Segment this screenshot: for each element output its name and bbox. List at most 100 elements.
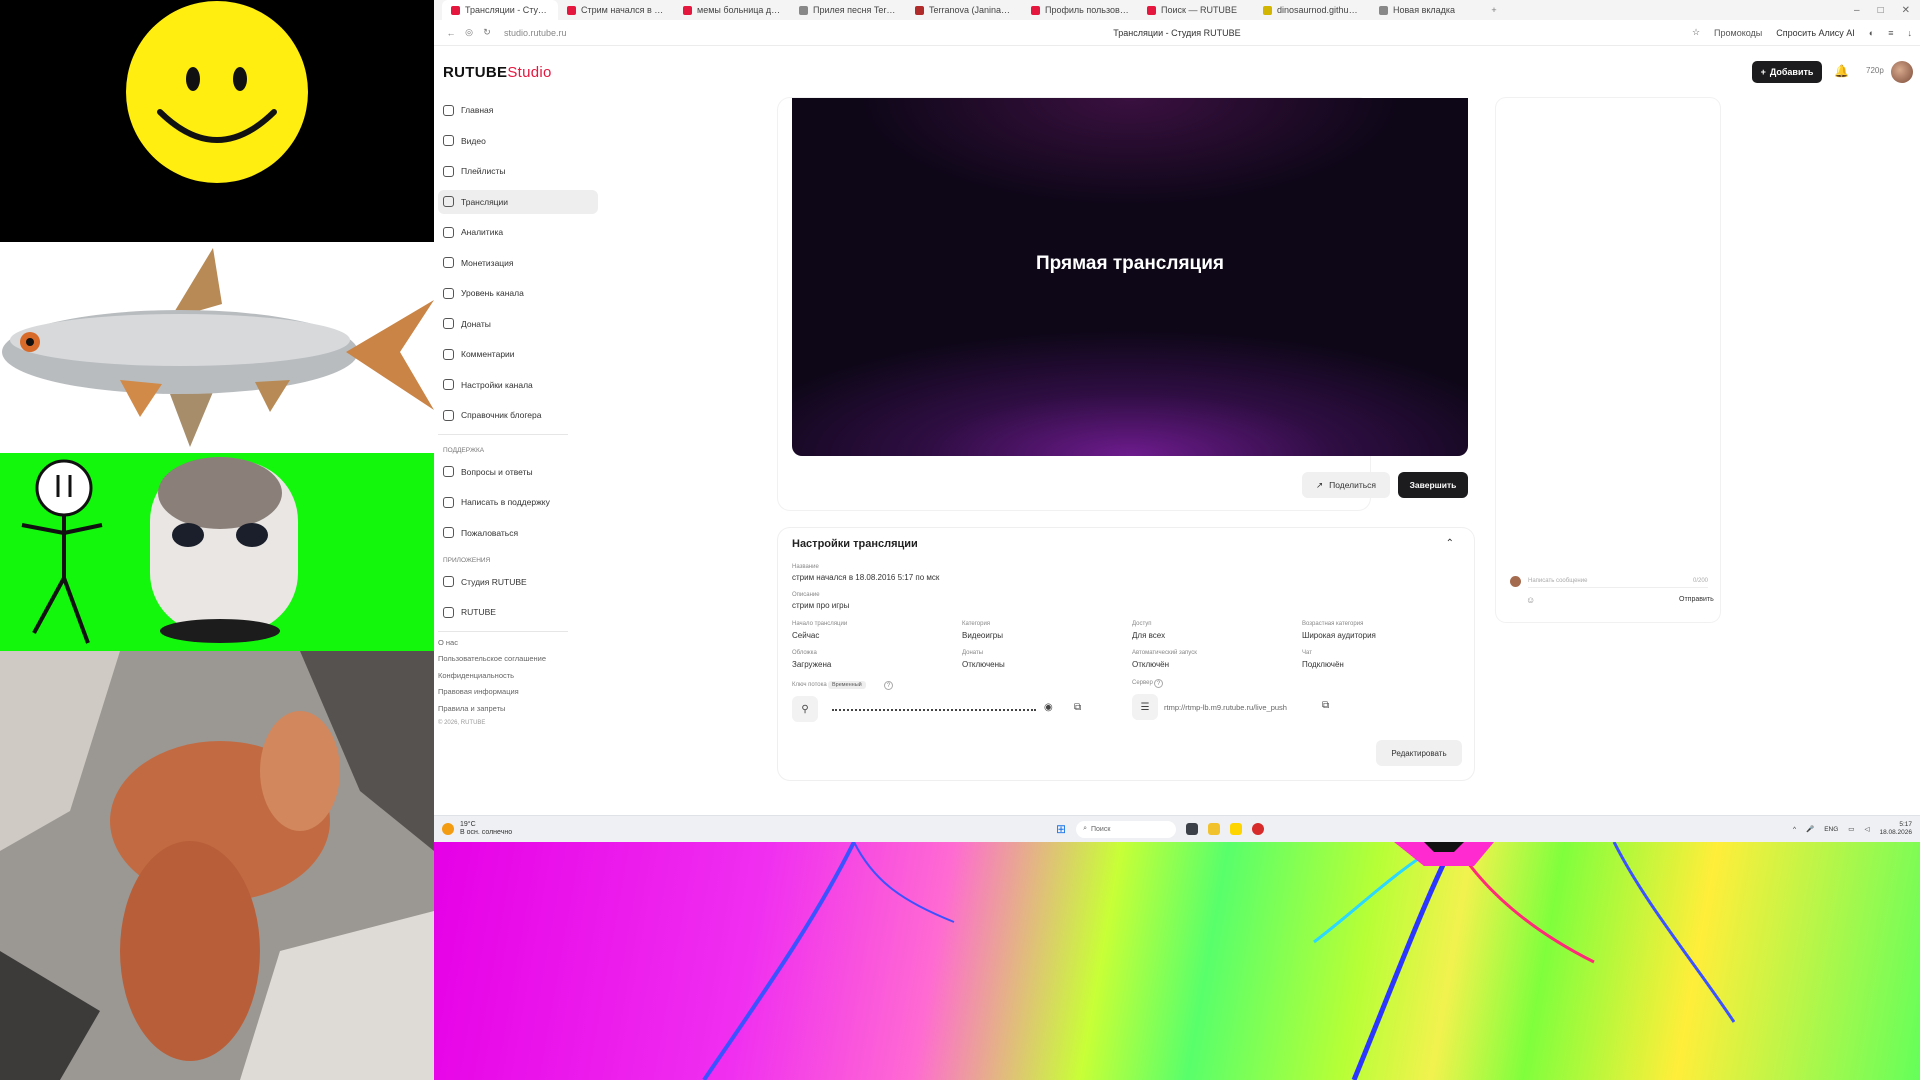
help-icon[interactable]: ? [884, 681, 893, 690]
browser-tab-1[interactable]: Стрим начался в 14:24 1 [558, 0, 674, 20]
finish-button[interactable]: Завершить [1398, 472, 1468, 498]
sidebar-item-home[interactable]: Главная [438, 98, 598, 122]
field-label: Чат [1302, 650, 1312, 656]
browser-tab-2[interactable]: мемы больница для жи [674, 0, 790, 20]
reload-icon[interactable]: ↻ [478, 27, 496, 38]
eye-icon[interactable]: ◉ [1044, 702, 1053, 713]
bell-icon[interactable]: 🔔 [1834, 64, 1849, 78]
send-button[interactable]: Отправить [1679, 596, 1714, 603]
footer-link-privacy[interactable]: Конфиденциальность [438, 671, 598, 680]
chevron-up-icon[interactable]: ^ [1793, 826, 1796, 833]
shield-icon[interactable]: ◎ [460, 27, 478, 38]
chat-panel: Написать сообщение 0/200 ☺ Отправить [1496, 98, 1720, 622]
browser-tab-4[interactable]: Terranova (Janina) - скачи [906, 0, 1022, 20]
download-icon[interactable]: ↓ [1908, 28, 1913, 38]
sidebar-item-studio-app[interactable]: Студия RUTUBE [438, 570, 598, 594]
comment-icon [443, 348, 454, 360]
add-button[interactable]: + Добавить [1752, 61, 1822, 83]
emoji-icon[interactable]: ☺ [1526, 595, 1535, 605]
stream-key-field[interactable] [832, 709, 1036, 711]
sidebar-item-report[interactable]: Пожаловаться [438, 521, 598, 545]
sidebar-item-label: Написать в поддержку [461, 497, 550, 507]
sidebar-item-channel-level[interactable]: Уровень канала [438, 281, 598, 305]
chevron-up-icon[interactable]: ⌃ [1446, 538, 1454, 549]
field-value: Для всех [1132, 631, 1166, 640]
sidebar-item-rutube-app[interactable]: RUTUBE [438, 600, 598, 624]
weather-widget[interactable]: 19°C В осн. солнечно [442, 821, 512, 837]
browser-tab-6[interactable]: Поиск — RUTUBE [1138, 0, 1254, 20]
sidebar-item-video[interactable]: Видео [438, 129, 598, 153]
sidebar-item-label: Справочник блогера [461, 410, 542, 420]
sidebar-item-contact-support[interactable]: Написать в поддержку [438, 490, 598, 514]
browser-tab-8[interactable]: Новая вкладка [1370, 0, 1486, 20]
sidebar-item-faq[interactable]: Вопросы и ответы [438, 460, 598, 484]
footer-link-legal[interactable]: Правовая информация [438, 687, 598, 696]
browser-tab-5[interactable]: Профиль пользователя [1022, 0, 1138, 20]
sidebar-item-monetization[interactable]: Монетизация [438, 251, 598, 275]
copy-icon[interactable]: ⧉ [1322, 700, 1329, 711]
footer-link-about[interactable]: О нас [438, 638, 598, 647]
chat-input[interactable]: Написать сообщение 0/200 [1528, 574, 1708, 588]
url-field[interactable]: studio.rutube.ru [504, 28, 567, 38]
sidebar-item-label: RUTUBE [461, 607, 496, 617]
home-icon [443, 104, 454, 116]
smiley-image [126, 1, 308, 183]
footer-link-agreement[interactable]: Пользовательское соглашение [438, 654, 598, 663]
windows-start-icon[interactable]: ⊞ [1056, 822, 1066, 836]
promo-button[interactable]: Промокоды [1714, 28, 1762, 38]
edit-button[interactable]: Редактировать [1376, 740, 1462, 766]
task-view-icon[interactable] [1186, 823, 1199, 835]
copy-icon[interactable]: ⧉ [1074, 702, 1081, 713]
sidebar-item-blogger-guide[interactable]: Справочник блогера [438, 403, 598, 427]
field-value: Загружена [792, 660, 832, 669]
field-value: Отключён [1132, 660, 1170, 669]
sidebar-item-comments[interactable]: Комментарии [438, 342, 598, 366]
sidebar-item-broadcasts[interactable]: Трансляции [438, 189, 598, 214]
network-icon[interactable]: ▭ [1848, 825, 1854, 833]
field-value: Отключены [962, 660, 1005, 669]
tab-label: Прилея песня Terranova [813, 5, 897, 15]
clock[interactable]: 5:17 18.08.2026 [1879, 821, 1912, 837]
broadcast-icon [443, 196, 454, 207]
browser-tab-3[interactable]: Прилея песня Terranova [790, 0, 906, 20]
video-player[interactable]: Прямая трансляция [792, 98, 1468, 456]
bookmark-icon[interactable]: ☆ [1692, 27, 1700, 38]
file-explorer-icon[interactable] [1208, 823, 1221, 835]
field-label-name: Название [792, 564, 819, 570]
sidebar-item-label: Плейлисты [461, 166, 506, 176]
squirrel-image [0, 651, 434, 1080]
sidebar-item-playlists[interactable]: Плейлисты [438, 159, 598, 183]
tab-label: мемы больница для жи [697, 5, 781, 15]
studio-logo[interactable]: RUTUBEStudio [443, 64, 552, 81]
yandex-browser-icon[interactable] [1230, 823, 1243, 835]
browser-tab-0[interactable]: Трансляции - Студия [442, 0, 558, 20]
browser-tab-7[interactable]: dinosaurnod.github.io [1254, 0, 1370, 20]
address-bar: ← ◎ ↻ studio.rutube.ru ☆ Промокоды Спрос… [434, 20, 1920, 46]
field-value: Видеоигры [962, 631, 1003, 640]
tab-label: dinosaurnod.github.io [1277, 5, 1361, 15]
key-icon: ⚲ [792, 696, 818, 722]
field-value: Сейчас [792, 631, 820, 640]
minimize-icon[interactable]: – [1854, 5, 1860, 16]
greenscreen-image [21, 457, 298, 644]
sidebar-item-analytics[interactable]: Аналитика [438, 220, 598, 244]
volume-icon[interactable]: ◁ [1864, 825, 1869, 833]
alice-button[interactable]: Спросить Алису AI [1776, 28, 1855, 38]
footer-link-rules[interactable]: Правила и запреты [438, 704, 598, 713]
back-icon[interactable]: ← [442, 28, 460, 38]
language-indicator[interactable]: ENG [1824, 826, 1838, 833]
avatar[interactable] [1891, 61, 1913, 83]
close-icon[interactable]: ✕ [1902, 5, 1910, 16]
menu-icon[interactable]: ≡ [1888, 28, 1893, 38]
help-icon[interactable]: ? [1154, 679, 1163, 688]
taskbar-search[interactable]: ⌕ Поиск [1076, 820, 1177, 838]
app-icon[interactable] [1252, 823, 1265, 835]
sidebar-item-channel-settings[interactable]: Настройки канала [438, 373, 598, 397]
maximize-icon[interactable]: □ [1878, 5, 1884, 16]
mic-icon[interactable]: 🎤 [1806, 825, 1814, 833]
new-tab-button[interactable]: + [1486, 5, 1502, 15]
share-button[interactable]: ↗ Поделиться [1302, 472, 1390, 498]
rutube-app-icon [443, 606, 454, 618]
sidebar-item-donations[interactable]: Донаты [438, 312, 598, 336]
extension-icon[interactable]: ◐ [1869, 28, 1874, 38]
